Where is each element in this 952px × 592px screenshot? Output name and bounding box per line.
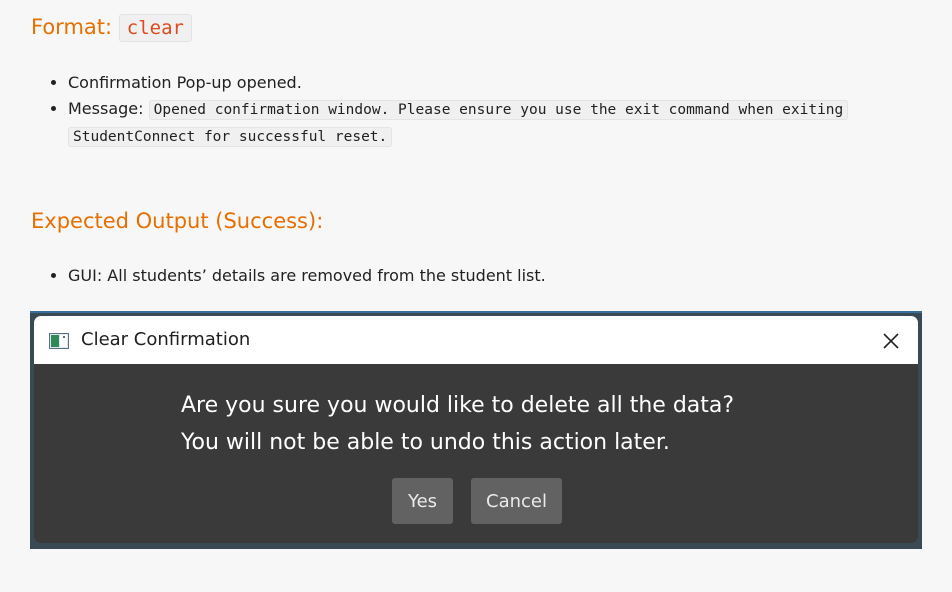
expected-bullet-list: GUI: All students’ details are removed f… (48, 263, 928, 289)
list-item: Confirmation Pop-up opened. (68, 70, 928, 96)
clear-confirmation-dialog: Clear Confirmation Are you sure you woul… (34, 316, 918, 543)
dialog-body: Are you sure you would like to delete al… (34, 364, 918, 543)
close-icon (883, 333, 899, 349)
yes-button[interactable]: Yes (392, 478, 453, 524)
app-window-icon (49, 333, 69, 349)
format-bullet-list: Confirmation Pop-up opened. Message: Ope… (48, 70, 928, 150)
close-button[interactable] (876, 326, 906, 356)
list-item: Message: Opened confirmation window. Ple… (68, 96, 928, 150)
format-heading: Format: clear (31, 14, 192, 42)
dialog-question-text: Are you sure you would like to delete al… (181, 393, 735, 418)
dialog-titlebar: Clear Confirmation (34, 316, 918, 364)
format-label: Format: (31, 15, 113, 39)
dialog-warning-text: You will not be able to undo this action… (181, 430, 670, 455)
dialog-title: Clear Confirmation (81, 329, 251, 350)
message-code: Opened confirmation window. Please ensur… (68, 100, 849, 147)
gui-result-text: GUI: All students’ details are removed f… (68, 266, 546, 285)
expected-output-heading: Expected Output (Success): (31, 209, 324, 233)
cancel-button[interactable]: Cancel (471, 478, 562, 524)
list-item: GUI: All students’ details are removed f… (68, 263, 928, 289)
message-label: Message: (68, 99, 144, 118)
format-command-code: clear (118, 14, 192, 42)
confirmation-text: Confirmation Pop-up opened. (68, 73, 302, 92)
dialog-screenshot: Clear Confirmation Are you sure you woul… (30, 311, 922, 549)
